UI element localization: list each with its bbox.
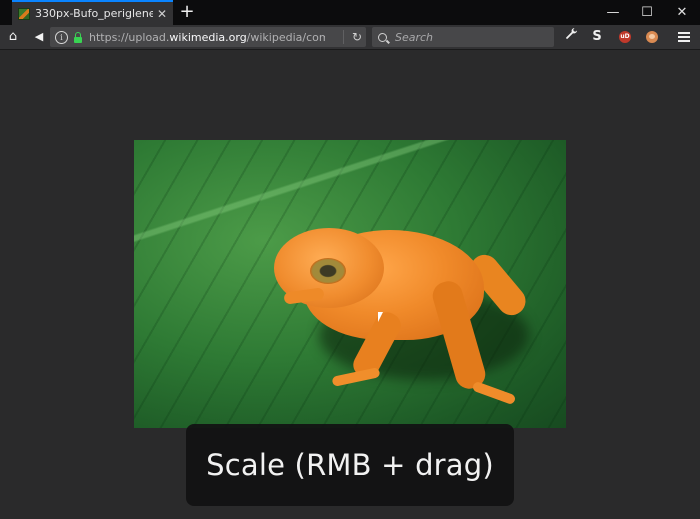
wrench-icon xyxy=(565,28,578,44)
url-host: wikimedia.org xyxy=(169,30,247,44)
url-text[interactable]: https://upload.wikimedia.org/wikipedia/c… xyxy=(89,31,325,44)
url-path: /wikipedia/commons xyxy=(246,30,325,44)
s-extension-label: S xyxy=(592,29,602,44)
new-tab-button[interactable]: + xyxy=(176,1,198,23)
ublock-button[interactable]: uD xyxy=(614,27,636,47)
extension-button[interactable] xyxy=(641,27,663,47)
menu-button[interactable] xyxy=(673,27,695,47)
active-tab[interactable]: 330px-Bufo_periglenes2.jpg ✕ xyxy=(12,0,173,25)
url-bar[interactable]: i https://upload.wikimedia.org/wikipedia… xyxy=(50,27,366,47)
lock-icon[interactable] xyxy=(73,31,83,43)
s-extension-button[interactable]: S xyxy=(586,27,608,47)
home-icon: ⌂ xyxy=(8,29,18,44)
home-button[interactable]: ⌂ xyxy=(2,27,24,47)
reload-icon[interactable]: ↻ xyxy=(352,27,362,47)
back-button[interactable]: ◀ xyxy=(28,27,50,47)
toad-eye xyxy=(310,258,346,284)
toad-photo[interactable] xyxy=(134,140,566,428)
navigation-toolbar: ⌂ ◀ i https://upload.wikimedia.org/wikip… xyxy=(0,25,700,50)
scale-hint-text: Scale (RMB + drag) xyxy=(206,448,494,482)
url-divider xyxy=(343,30,344,44)
search-bar[interactable] xyxy=(372,27,554,47)
search-input[interactable] xyxy=(395,30,545,44)
mouse-cursor-icon xyxy=(378,312,383,322)
url-scheme: https://upload. xyxy=(89,30,170,44)
close-window-button[interactable]: ✕ xyxy=(665,0,699,25)
search-icon xyxy=(378,32,387,42)
tools-button[interactable] xyxy=(560,27,582,47)
image-favicon-icon xyxy=(18,7,30,20)
hamburger-icon xyxy=(678,31,690,42)
image-viewer[interactable]: Scale (RMB + drag) xyxy=(0,50,700,519)
back-arrow-icon: ◀ xyxy=(34,30,44,43)
info-icon[interactable]: i xyxy=(55,30,68,44)
toad-hind-foot xyxy=(471,380,517,406)
scale-hint-overlay: Scale (RMB + drag) xyxy=(186,424,514,506)
tab-close-icon[interactable]: ✕ xyxy=(155,7,169,21)
monkey-icon xyxy=(646,30,658,43)
minimize-button[interactable]: — xyxy=(596,0,630,25)
ublock-icon: uD xyxy=(619,30,631,43)
maximize-button[interactable]: ☐ xyxy=(630,0,664,25)
tab-title: 330px-Bufo_periglenes2.jpg xyxy=(35,7,153,20)
tab-strip: 330px-Bufo_periglenes2.jpg ✕ + — ☐ ✕ xyxy=(0,0,700,25)
